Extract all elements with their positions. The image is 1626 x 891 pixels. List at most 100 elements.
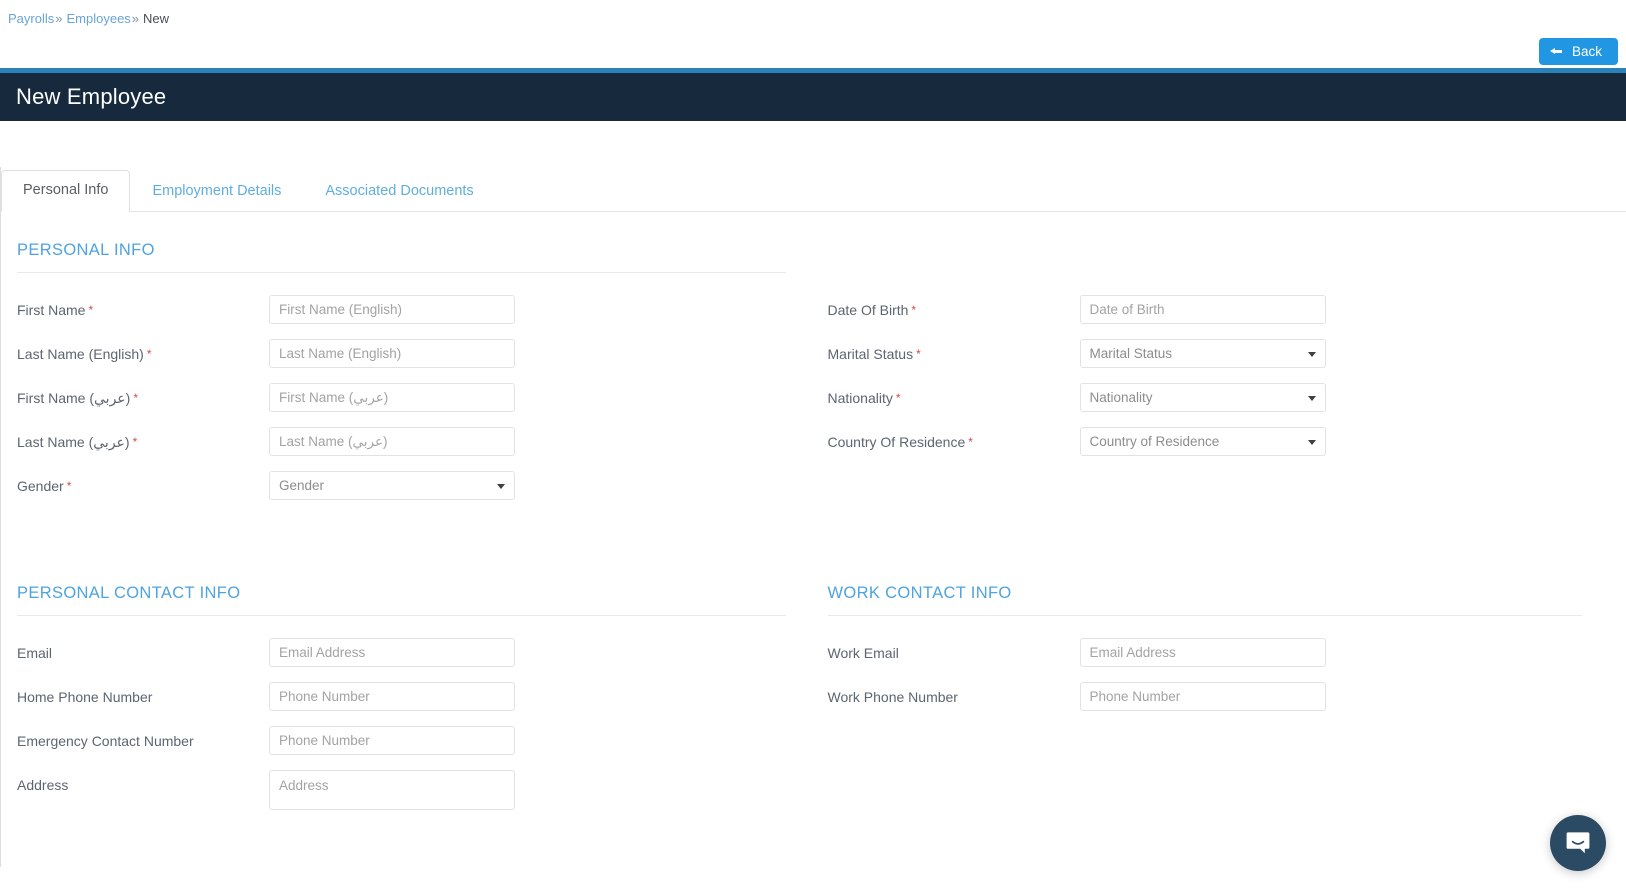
chat-bubble-smile-icon — [1566, 832, 1590, 854]
last-name-arabic-input[interactable] — [269, 427, 515, 456]
field-email: Email — [17, 638, 786, 671]
required-marker: * — [968, 435, 973, 449]
field-work-phone-number-control — [1079, 682, 1326, 711]
breadcrumb-separator: » — [55, 11, 63, 26]
first-name-arabic-input[interactable] — [269, 383, 515, 412]
work-phone-number-input[interactable] — [1079, 682, 1326, 711]
field-country-of-residence-label: Country Of Residence * — [828, 427, 1080, 452]
field-home-phone-number-control — [269, 682, 515, 711]
field-emergency-contact-number-control — [269, 726, 515, 755]
page-content: Personal Info Employment Details Associa… — [0, 167, 1626, 867]
last-name-english-input[interactable] — [269, 339, 515, 368]
personal-details-section: Date Of Birth* Marital Status* Marital S… — [814, 212, 1611, 515]
date-of-birth-input[interactable] — [1079, 295, 1326, 324]
breadcrumb-item-payrolls[interactable]: Payrolls — [8, 11, 54, 26]
marital-status-select[interactable]: Marital Status — [1079, 339, 1326, 368]
field-last-name-english-label: Last Name (English) * — [17, 339, 269, 364]
required-marker: * — [911, 303, 917, 317]
first-name-input[interactable] — [269, 295, 515, 324]
work-email-input[interactable] — [1079, 638, 1326, 667]
tab-employment-details-label: Employment Details — [152, 182, 282, 199]
required-marker: * — [146, 347, 152, 361]
field-work-email: Work Email — [828, 638, 1583, 671]
section-divider — [17, 615, 786, 616]
field-address: Address — [17, 770, 786, 815]
toolbar: Back — [0, 38, 1626, 68]
work-contact-info-section: WORK CONTACT INFO Work Email Work Phone … — [814, 555, 1611, 826]
field-first-name-arabic-control — [269, 383, 515, 412]
field-first-name-label: First Name * — [17, 295, 269, 320]
field-first-name-arabic: First Name (عربي) * — [17, 383, 786, 416]
field-last-name-arabic-control — [269, 427, 515, 456]
field-gender: Gender * Gender — [17, 471, 786, 504]
section-divider-spacer — [828, 272, 1583, 273]
label-text: Country Of Residence — [827, 434, 966, 450]
personal-contact-info-section: PERSONAL CONTACT INFO Email Home Phone N… — [17, 555, 814, 826]
field-email-control — [269, 638, 515, 667]
field-date-of-birth-control — [1079, 295, 1326, 324]
breadcrumb-item-employees[interactable]: Employees — [66, 11, 130, 26]
field-work-phone-number-label: Work Phone Number — [827, 689, 958, 705]
field-first-name-arabic-label: First Name (عربي) * — [17, 383, 269, 408]
field-first-name-control — [269, 295, 515, 324]
field-home-phone-number: Home Phone Number — [17, 682, 786, 715]
section-divider — [17, 272, 786, 273]
tab-personal-info-label: Personal Info — [23, 181, 109, 198]
field-home-phone-number-label: Home Phone Number — [17, 689, 153, 705]
field-last-name-english: Last Name (English) * — [17, 339, 786, 372]
required-marker: * — [916, 347, 921, 361]
field-last-name-arabic-label: Last Name (عربي) * — [17, 427, 269, 452]
field-marital-status-label: Marital Status * — [828, 339, 1080, 364]
personal-info-columns: PERSONAL INFO First Name* Last Name (Eng… — [17, 212, 1610, 515]
field-nationality: Nationality * Nationality — [828, 383, 1583, 416]
email-input[interactable] — [269, 638, 515, 667]
section-title-personal-contact-info: PERSONAL CONTACT INFO — [17, 584, 241, 602]
required-marker: * — [66, 479, 72, 493]
address-textarea[interactable] — [269, 770, 515, 810]
nationality-select[interactable]: Nationality — [1079, 383, 1326, 412]
field-date-of-birth: Date Of Birth * — [828, 295, 1583, 328]
page-header: New Employee — [0, 73, 1626, 121]
breadcrumb: Payrolls» Employees» New — [0, 0, 1626, 38]
field-nationality-label: Nationality * — [828, 383, 1080, 408]
field-gender-label: Gender * — [17, 471, 269, 496]
required-marker: * — [133, 391, 138, 405]
required-marker: * — [132, 435, 138, 449]
field-country-of-residence: Country Of Residence * Country of Residen… — [828, 427, 1583, 460]
required-marker: * — [895, 391, 901, 405]
section-title-spacer — [828, 212, 1583, 272]
section-title-work-contact-info: WORK CONTACT INFO — [827, 584, 1012, 602]
section-divider — [827, 615, 1582, 616]
tab-associated-documents[interactable]: Associated Documents — [303, 171, 495, 212]
country-of-residence-select[interactable]: Country of Residence — [1079, 427, 1326, 456]
field-email-label: Email — [17, 645, 53, 661]
tab-employment-details[interactable]: Employment Details — [130, 171, 303, 212]
field-last-name-english-control — [269, 339, 515, 368]
field-work-email-control — [1079, 638, 1326, 667]
label-text: Last Name (عربي) — [17, 434, 130, 450]
tab-associated-documents-label: Associated Documents — [325, 182, 474, 199]
personal-info-section: PERSONAL INFO First Name* Last Name (Eng… — [17, 212, 814, 515]
emergency-contact-number-input[interactable] — [269, 726, 515, 755]
breadcrumb-item-new: New — [143, 11, 170, 26]
field-last-name-arabic: Last Name (عربي) * — [17, 427, 786, 460]
field-address-control — [269, 770, 515, 815]
gender-select[interactable]: Gender — [269, 471, 515, 500]
label-text: Gender — [17, 478, 64, 494]
label-text: First Name — [17, 302, 86, 318]
home-phone-number-input[interactable] — [269, 682, 515, 711]
field-marital-status-control: Marital Status — [1079, 339, 1326, 368]
back-button[interactable]: Back — [1538, 38, 1618, 65]
field-first-name: First Name * — [17, 295, 786, 328]
tab-bar: Personal Info Employment Details Associa… — [1, 167, 1626, 212]
page-title: New Employee — [16, 84, 167, 109]
tab-personal-info[interactable]: Personal Info — [1, 169, 131, 212]
field-emergency-contact-number: Emergency Contact Number — [17, 726, 786, 759]
contact-info-columns: PERSONAL CONTACT INFO Email Home Phone N… — [17, 555, 1610, 826]
label-text: Last Name (English) — [17, 346, 144, 362]
required-marker: * — [88, 303, 94, 317]
chat-launcher-button[interactable] — [1550, 815, 1606, 871]
field-work-email-label: Work Email — [827, 645, 899, 661]
arrow-left-icon — [1549, 46, 1563, 57]
label-text: Marital Status — [827, 346, 914, 362]
